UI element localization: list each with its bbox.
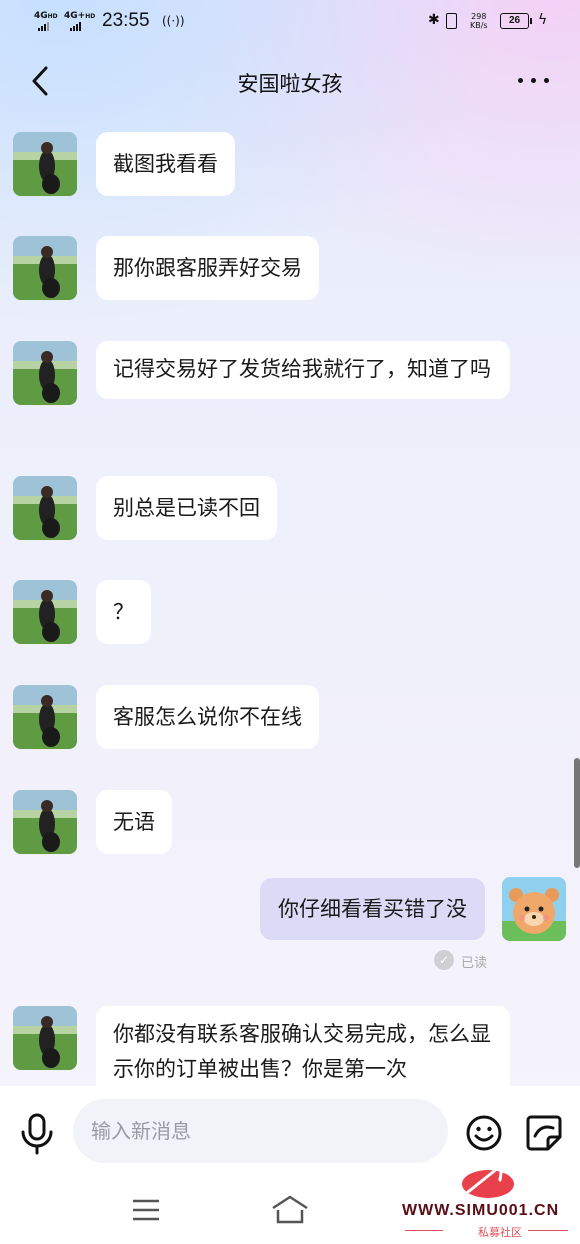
read-check-icon: ✓: [434, 950, 454, 970]
contact-avatar[interactable]: [13, 132, 77, 196]
incoming-message[interactable]: 无语: [96, 790, 172, 854]
outgoing-message[interactable]: 你仔细看看买错了没: [260, 878, 485, 940]
bluetooth-icon: ✱: [428, 12, 440, 28]
clock: 23:55: [102, 10, 150, 31]
sticker-icon[interactable]: [525, 1114, 563, 1152]
battery-icon: 26: [500, 13, 532, 29]
home-icon[interactable]: [270, 1194, 310, 1226]
network-speed-value: 298: [471, 12, 487, 21]
emoji-icon[interactable]: [465, 1114, 503, 1152]
read-status-label: 已读: [461, 956, 488, 971]
incoming-message[interactable]: 客服怎么说你不在线: [96, 685, 319, 749]
message-input[interactable]: [73, 1099, 448, 1163]
signal-2-label: 4G+HD: [64, 11, 96, 21]
incoming-message[interactable]: 你都没有联系客服确认交易完成，怎么显示你的订单被出售？你是第一次: [96, 1006, 510, 1086]
contact-avatar[interactable]: [13, 685, 77, 749]
my-avatar[interactable]: [502, 877, 566, 941]
mic-icon[interactable]: [18, 1112, 56, 1156]
contact-avatar[interactable]: [13, 790, 77, 854]
vibrate-icon: [446, 13, 457, 29]
contact-avatar[interactable]: [13, 476, 77, 540]
watermark-subtitle: 私募社区: [478, 1226, 522, 1239]
charging-icon: ϟ: [538, 12, 548, 28]
chat-header: 安国啦女孩: [0, 54, 580, 108]
watermark-logo: [462, 1164, 514, 1198]
contact-avatar[interactable]: [13, 580, 77, 644]
signal-2-icon: [70, 22, 81, 31]
chat-title: 安国啦女孩: [237, 72, 343, 96]
incoming-message[interactable]: 那你跟客服弄好交易: [96, 236, 319, 300]
incoming-message[interactable]: 记得交易好了发货给我就行了，知道了吗: [96, 341, 510, 399]
battery-level: 26: [508, 15, 521, 26]
watermark-text: WWW.SIMU001.CN: [402, 1202, 560, 1219]
message-list[interactable]: 截图我看看 那你跟客服弄好交易 记得交易好了发货给我就行了，知道了吗 别总是已读…: [0, 108, 580, 1086]
hotspot-icon: ((·)): [162, 14, 185, 28]
contact-avatar[interactable]: [13, 1006, 77, 1070]
network-speed-unit: KB/s: [470, 21, 488, 30]
incoming-message[interactable]: ？: [96, 580, 151, 644]
signal-1-label: 4GHD: [34, 11, 58, 21]
network-speed: 298 KB/s: [470, 12, 488, 30]
incoming-message[interactable]: 截图我看看: [96, 132, 235, 196]
contact-avatar[interactable]: [13, 341, 77, 405]
status-bar: 4GHD 4G+HD 23:55 ((·)) ✱ 298 KB/s 26 ϟ: [0, 0, 580, 44]
contact-avatar[interactable]: [13, 236, 77, 300]
scrollbar[interactable]: [574, 758, 580, 868]
read-receipt: ✓ 已读: [434, 950, 494, 972]
more-icon[interactable]: [514, 66, 554, 94]
signal-1-icon: [38, 22, 49, 31]
watermark-divider: [405, 1230, 443, 1231]
watermark-divider: [528, 1230, 568, 1231]
menu-icon[interactable]: [130, 1196, 162, 1224]
incoming-message[interactable]: 别总是已读不回: [96, 476, 277, 540]
